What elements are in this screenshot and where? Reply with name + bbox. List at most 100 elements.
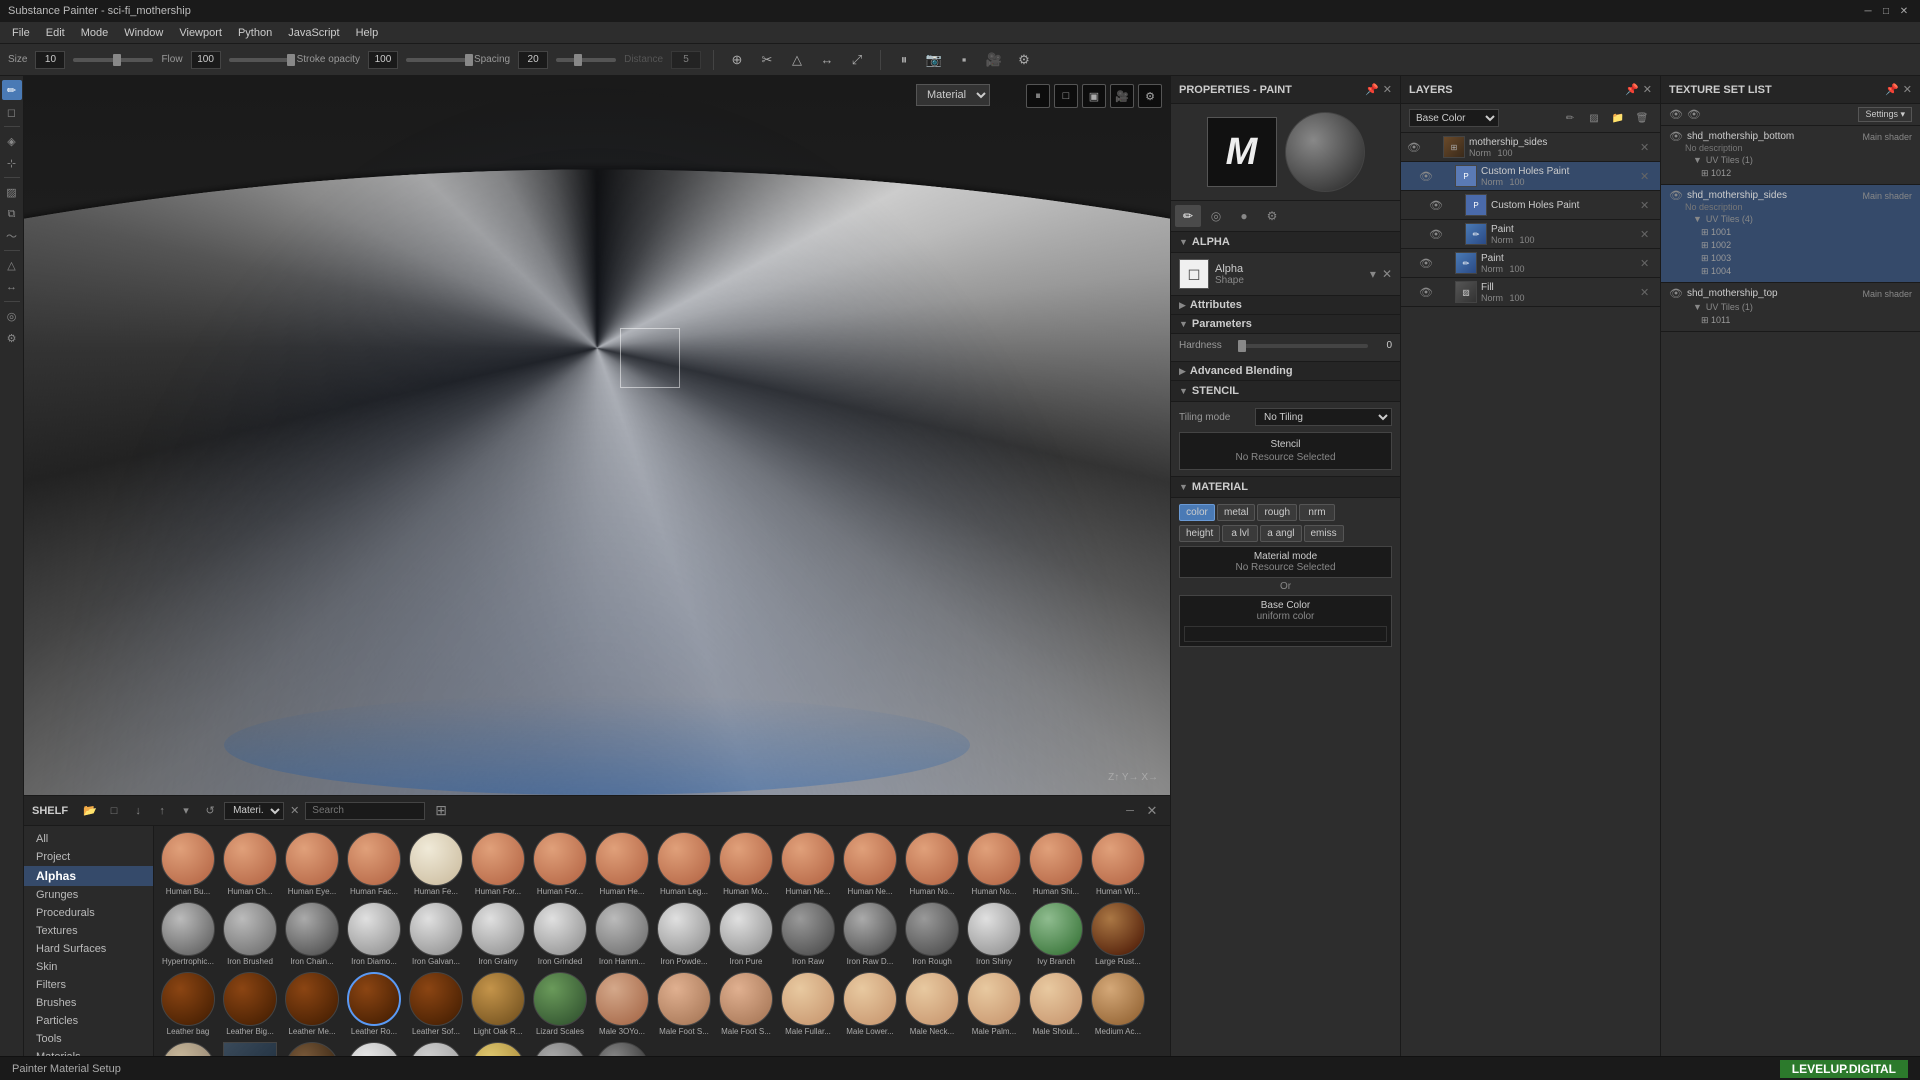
shelf-cat-grunges[interactable]: Grunges bbox=[24, 886, 153, 904]
properties-pin[interactable]: 📌 bbox=[1365, 83, 1379, 96]
ts-uv-item[interactable]: ⊞ 1001 bbox=[1669, 226, 1912, 239]
shelf-cat-brushes[interactable]: Brushes bbox=[24, 994, 153, 1012]
shelf-material-item[interactable]: Human Shi... bbox=[1026, 830, 1086, 898]
shelf-material-item[interactable]: Male Foot S... bbox=[654, 970, 714, 1038]
mat-btn-nrm[interactable]: nrm bbox=[1299, 504, 1335, 521]
shelf-material-item[interactable]: Human He... bbox=[592, 830, 652, 898]
ts-item[interactable]: 👁 shd_mothership_bottom Main shader No d… bbox=[1661, 126, 1920, 185]
shelf-material-item[interactable]: Iron Raw bbox=[778, 900, 838, 968]
paint-tab-material[interactable]: ◎ bbox=[1203, 205, 1229, 227]
menu-javascript[interactable]: JavaScript bbox=[280, 25, 347, 41]
stencil-section-header[interactable]: ▼ STENCIL bbox=[1171, 381, 1400, 402]
layer-close-btn[interactable]: ✕ bbox=[1640, 257, 1654, 270]
geometry-tool[interactable]: △ bbox=[2, 255, 22, 275]
mat-btn-height[interactable]: height bbox=[1179, 525, 1220, 542]
layer-item[interactable]: 👁 ⊞ mothership_sides Norm 100 ✕ bbox=[1401, 133, 1660, 162]
paint-tool[interactable]: ✏ bbox=[2, 80, 22, 100]
mat-btn-rough[interactable]: rough bbox=[1257, 504, 1297, 521]
shelf-refresh-btn[interactable]: ↺ bbox=[200, 801, 220, 821]
properties-close[interactable]: ✕ bbox=[1383, 83, 1392, 96]
shelf-material-item[interactable]: Iron Diamo... bbox=[344, 900, 404, 968]
ts-uv-item[interactable]: ⊞ 1002 bbox=[1669, 239, 1912, 252]
layers-icon[interactable]: ▪ bbox=[953, 49, 975, 71]
shelf-material-item[interactable]: Leather Big... bbox=[220, 970, 280, 1038]
layer-item[interactable]: 👁 ✏ Paint Norm 100 ✕ bbox=[1401, 249, 1660, 278]
settings-tool[interactable]: ⚙ bbox=[2, 328, 22, 348]
layers-pin[interactable]: 📌 bbox=[1625, 83, 1639, 96]
shelf-material-item[interactable]: Human Bu... bbox=[158, 830, 218, 898]
ts-item[interactable]: 👁 shd_mothership_sides Main shader No de… bbox=[1661, 185, 1920, 283]
shelf-export-btn[interactable]: ↑ bbox=[152, 801, 172, 821]
shelf-search-input[interactable] bbox=[305, 802, 425, 820]
export-icon[interactable]: ⚙ bbox=[1013, 49, 1035, 71]
alpha-section-header[interactable]: ▼ ALPHA bbox=[1171, 232, 1400, 253]
stroke-input[interactable] bbox=[368, 51, 398, 69]
shelf-filter-icon[interactable]: ▾ bbox=[176, 801, 196, 821]
ts-item-vis[interactable]: 👁 bbox=[1669, 130, 1683, 143]
advanced-header[interactable]: ▶ Advanced Blending bbox=[1171, 362, 1400, 381]
hardness-slider[interactable] bbox=[1239, 344, 1368, 348]
tool-icon-4[interactable]: ⤢ bbox=[846, 49, 868, 71]
paint-tab-settings[interactable]: ⚙ bbox=[1259, 205, 1285, 227]
maximize-button[interactable]: □ bbox=[1878, 3, 1894, 19]
layer-close-btn[interactable]: ✕ bbox=[1640, 199, 1654, 212]
shelf-material-item[interactable]: Male 3OYo... bbox=[592, 970, 652, 1038]
tiling-select[interactable]: No Tiling UV Wrap Mirror bbox=[1255, 408, 1392, 426]
layer-vis-icon[interactable]: 👁 bbox=[1419, 170, 1433, 183]
shelf-cat-project[interactable]: Project bbox=[24, 848, 153, 866]
shelf-cat-particles[interactable]: Particles bbox=[24, 1012, 153, 1030]
flow-input[interactable] bbox=[191, 51, 221, 69]
spacing-input[interactable] bbox=[518, 51, 548, 69]
fill-tool[interactable]: ▨ bbox=[2, 182, 22, 202]
shelf-new-btn[interactable]: □ bbox=[104, 801, 124, 821]
paint-tab-sphere[interactable]: ● bbox=[1231, 205, 1257, 227]
shelf-minimize-btn[interactable]: ─ bbox=[1120, 801, 1140, 821]
shelf-material-item[interactable]: Human For... bbox=[530, 830, 590, 898]
menu-help[interactable]: Help bbox=[348, 25, 387, 41]
flow-slider[interactable] bbox=[229, 58, 289, 62]
shelf-material-item[interactable]: Male Neck... bbox=[902, 970, 962, 1038]
menu-viewport[interactable]: Viewport bbox=[171, 25, 230, 41]
shelf-material-item[interactable]: Medium Ac... bbox=[1088, 970, 1148, 1038]
shelf-material-item[interactable]: Human Fe... bbox=[406, 830, 466, 898]
shelf-material-item[interactable]: Iron Powde... bbox=[654, 900, 714, 968]
layer-close-btn[interactable]: ✕ bbox=[1640, 286, 1654, 299]
tool-icon-3[interactable]: ↔ bbox=[816, 49, 838, 71]
selection-tool[interactable]: ◈ bbox=[2, 131, 22, 151]
layer-item[interactable]: 👁 P Custom Holes Paint ✕ bbox=[1401, 191, 1660, 220]
ts-settings-btn[interactable]: Settings ▾ bbox=[1858, 107, 1912, 122]
paint-tab-brush[interactable]: ✏ bbox=[1175, 205, 1201, 227]
shelf-cat-skin[interactable]: Skin bbox=[24, 958, 153, 976]
shelf-filter-x[interactable]: ✕ bbox=[288, 804, 301, 817]
shelf-material-item[interactable]: Male Palm... bbox=[964, 970, 1024, 1038]
layer-vis-icon[interactable]: 👁 bbox=[1407, 141, 1421, 154]
size-slider[interactable] bbox=[73, 58, 153, 62]
viewport-ctrl-5[interactable]: ⚙ bbox=[1138, 84, 1162, 108]
mat-btn-metal[interactable]: metal bbox=[1217, 504, 1255, 521]
distance-input[interactable] bbox=[671, 51, 701, 69]
layer-vis-icon[interactable]: 👁 bbox=[1429, 199, 1443, 212]
measure-tool[interactable]: ↔ bbox=[2, 277, 22, 297]
viewport-ctrl-2[interactable]: □ bbox=[1054, 84, 1078, 108]
ts-uv-item[interactable]: ⊞ 1003 bbox=[1669, 252, 1912, 265]
layer-vis-icon[interactable]: 👁 bbox=[1419, 286, 1433, 299]
shelf-material-item[interactable]: Iron Brushed bbox=[220, 900, 280, 968]
viewport-ctrl-4[interactable]: 🎥 bbox=[1110, 84, 1134, 108]
tool-icon-2[interactable]: △ bbox=[786, 49, 808, 71]
shelf-cat-alphas[interactable]: Alphas bbox=[24, 866, 153, 886]
mat-btn-color[interactable]: color bbox=[1179, 504, 1215, 521]
shelf-cat-hard-surfaces[interactable]: Hard Surfaces bbox=[24, 940, 153, 958]
stroke-slider[interactable] bbox=[406, 58, 466, 62]
shelf-import-btn[interactable]: ↓ bbox=[128, 801, 148, 821]
color-swatch[interactable] bbox=[1184, 626, 1387, 642]
shelf-material-item[interactable]: Male Fullar... bbox=[778, 970, 838, 1038]
layer-close-btn[interactable]: ✕ bbox=[1640, 141, 1654, 154]
shelf-material-item[interactable]: Iron Hamm... bbox=[592, 900, 652, 968]
layer-close-btn[interactable]: ✕ bbox=[1640, 170, 1654, 183]
menu-python[interactable]: Python bbox=[230, 25, 280, 41]
shelf-material-item[interactable]: Leather Me... bbox=[282, 970, 342, 1038]
ts-pin[interactable]: 📌 bbox=[1885, 83, 1899, 96]
grid-toggle[interactable]: ⊞ bbox=[433, 800, 449, 821]
layer-item[interactable]: 👁 ✏ Paint Norm 100 ✕ bbox=[1401, 220, 1660, 249]
ts-eye-left[interactable]: 👁 bbox=[1669, 108, 1683, 121]
